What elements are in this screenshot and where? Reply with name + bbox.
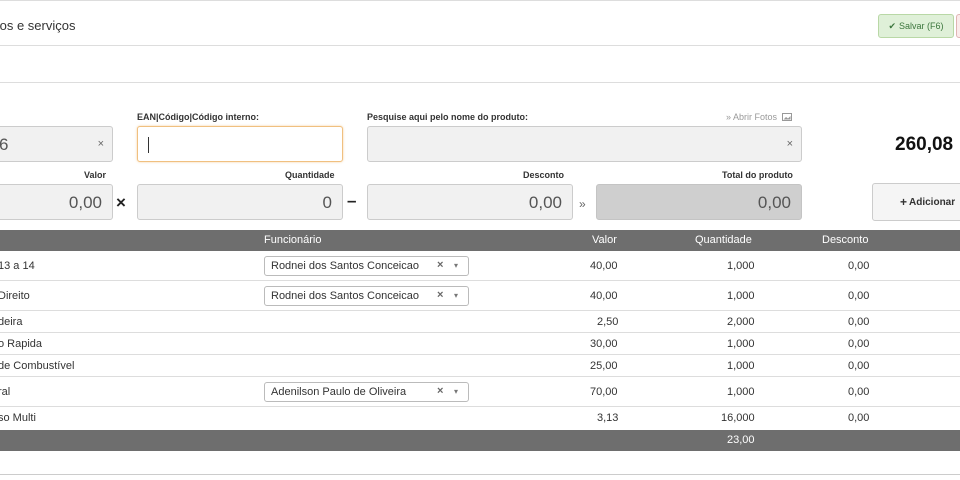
row-quantidade: 1,000 (727, 360, 755, 372)
row-item: so Multi (0, 412, 36, 424)
valor-input[interactable]: 0,00 (0, 184, 113, 220)
divider (0, 474, 960, 475)
cancel-button[interactable] (956, 14, 960, 38)
employee-select[interactable]: Rodnei dos Santos Conceicao × ▾ (264, 256, 469, 276)
code-value: 6 (0, 135, 9, 154)
ean-label: EAN|Código|Código interno: (137, 112, 260, 122)
row-desconto: 0,00 (848, 386, 870, 398)
employee-name: Rodnei dos Santos Conceicao (271, 290, 419, 302)
valor-label: Valor (84, 170, 107, 180)
table-row[interactable]: ral Adenilson Paulo de Oliveira × ▾ 70,0… (0, 377, 960, 407)
row-quantidade: 16,000 (721, 412, 755, 424)
total-value: 0,00 (757, 193, 791, 212)
row-desconto: 0,00 (848, 260, 870, 272)
row-quantidade: 1,000 (727, 338, 755, 350)
table-footer: 23,00 (0, 430, 960, 451)
row-item: de Combustível (0, 360, 75, 372)
divider (0, 82, 960, 83)
add-button-label: Adicionar (909, 196, 956, 208)
clear-code-icon[interactable]: × (98, 138, 104, 150)
employee-name: Adenilson Paulo de Oliveira (271, 386, 407, 398)
row-valor: 70,00 (590, 386, 618, 398)
row-desconto: 0,00 (848, 360, 870, 372)
col-funcionario: Funcionário (264, 234, 322, 246)
employee-select[interactable]: Rodnei dos Santos Conceicao × ▾ (264, 286, 469, 306)
row-item: Direito (0, 290, 30, 302)
table-row[interactable]: 13 a 14 Rodnei dos Santos Conceicao × ▾ … (0, 251, 960, 281)
row-valor: 25,00 (590, 360, 618, 372)
quantidade-value: 0 (322, 193, 332, 212)
row-desconto: 0,00 (848, 412, 870, 424)
row-desconto: 0,00 (848, 290, 870, 302)
table-row[interactable]: deira 2,50 2,000 0,00 (0, 311, 960, 333)
row-valor: 40,00 (590, 260, 618, 272)
employee-select[interactable]: Adenilson Paulo de Oliveira × ▾ (264, 382, 469, 402)
row-quantidade: 1,000 (727, 386, 755, 398)
raquo-icon: » (579, 197, 586, 211)
check-icon: ✔ (888, 20, 897, 31)
row-item: deira (0, 316, 23, 328)
table-header: Funcionário Valor Quantidade Desconto (0, 230, 960, 251)
row-quantidade: 1,000 (727, 260, 755, 272)
desconto-label: Desconto (523, 170, 565, 180)
row-valor: 30,00 (590, 338, 618, 350)
row-valor: 40,00 (590, 290, 618, 302)
times-icon: × (116, 193, 126, 212)
table-row[interactable]: Direito Rodnei dos Santos Conceicao × ▾ … (0, 281, 960, 311)
plus-icon: + (900, 195, 908, 209)
clear-employee-icon[interactable]: × (437, 385, 443, 397)
code-field[interactable]: 6 × (0, 126, 113, 162)
image-icon (781, 113, 792, 121)
row-desconto: 0,00 (848, 316, 870, 328)
open-photos-label: » Abrir Fotos (726, 112, 778, 122)
quantidade-label: Quantidade (285, 170, 335, 180)
dropdown-arrow-icon[interactable]: ▾ (454, 387, 458, 396)
total-label: Total do produto (722, 170, 793, 180)
total-field: 0,00 (596, 184, 802, 220)
search-label: Pesquise aqui pelo nome do produto: (367, 112, 529, 122)
row-quantidade: 1,000 (727, 290, 755, 302)
table-row[interactable]: o Rapida 30,00 1,000 0,00 (0, 333, 960, 355)
valor-value: 0,00 (68, 193, 102, 212)
top-bar: tos e serviços ✔ Salvar (F6) (0, 0, 960, 46)
minus-icon: – (347, 191, 357, 210)
product-search-input[interactable]: × (367, 126, 802, 162)
clear-employee-icon[interactable]: × (437, 289, 443, 301)
row-valor: 2,50 (597, 316, 619, 328)
table-row[interactable]: so Multi 3,13 16,000 0,00 (0, 407, 960, 430)
employee-name: Rodnei dos Santos Conceicao (271, 260, 419, 272)
save-button[interactable]: ✔ Salvar (F6) (878, 14, 954, 38)
desconto-input[interactable]: 0,00 (367, 184, 573, 220)
grand-total: 260,08 (895, 134, 954, 155)
col-valor: Valor (592, 234, 617, 246)
dropdown-arrow-icon[interactable]: ▾ (454, 261, 458, 270)
row-item: 13 a 14 (0, 260, 35, 272)
col-desconto: Desconto (822, 234, 869, 246)
text-caret (148, 137, 149, 153)
row-item: o Rapida (0, 338, 43, 350)
open-photos-link[interactable]: » Abrir Fotos (726, 112, 792, 122)
col-quantidade: Quantidade (695, 234, 752, 246)
desconto-value: 0,00 (528, 193, 562, 212)
save-button-label: Salvar (F6) (899, 21, 944, 31)
clear-employee-icon[interactable]: × (437, 259, 443, 271)
quantidade-input[interactable]: 0 (137, 184, 343, 220)
row-quantidade: 2,000 (727, 316, 755, 328)
table-row[interactable]: de Combustível 25,00 1,000 0,00 (0, 355, 960, 377)
page-title: tos e serviços (0, 18, 76, 33)
clear-search-icon[interactable]: × (787, 138, 793, 150)
ean-input[interactable] (137, 126, 343, 162)
row-valor: 3,13 (597, 412, 619, 424)
add-button[interactable]: + Adicionar (872, 183, 960, 221)
footer-quantity-total: 23,00 (727, 434, 755, 446)
row-item: ral (0, 386, 11, 398)
dropdown-arrow-icon[interactable]: ▾ (454, 291, 458, 300)
row-desconto: 0,00 (848, 338, 870, 350)
